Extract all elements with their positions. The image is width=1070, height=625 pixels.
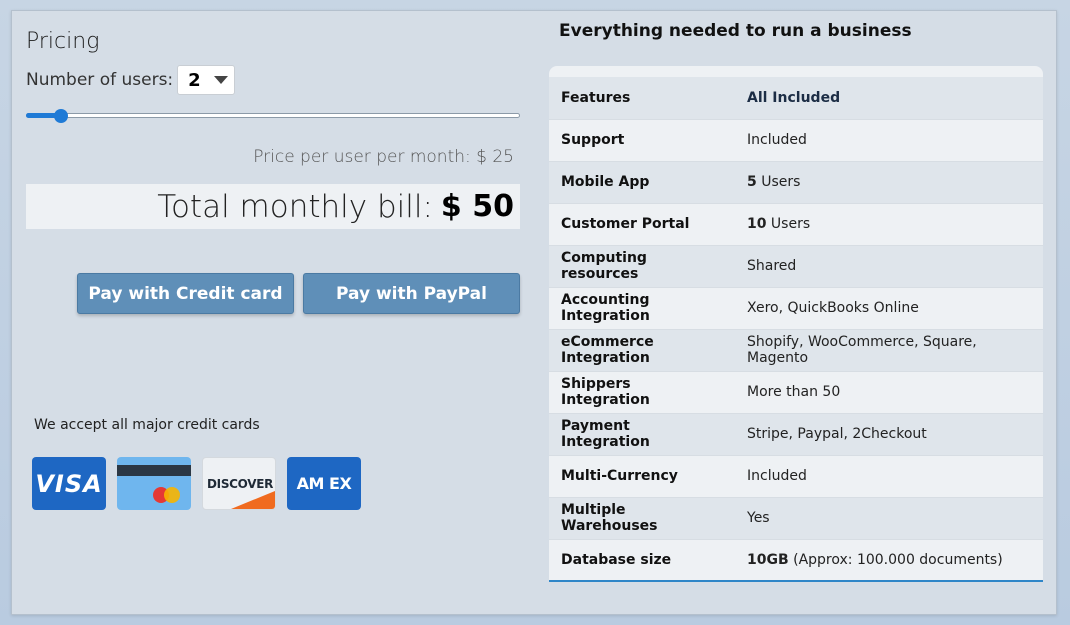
table-row: Accounting Integration Xero, QuickBooks O… [549, 286, 1043, 329]
card-stripe [117, 465, 191, 476]
feature-name: Multiple Warehouses [549, 496, 735, 539]
feature-value-rest: Users [756, 174, 801, 190]
feature-value: All Included [735, 77, 1043, 119]
mastercard-yellow-circle [164, 487, 180, 503]
feature-name: eCommerce Integration [549, 328, 735, 371]
accepted-cards-text: We accept all major credit cards [34, 417, 260, 433]
pricing-card: Pricing Number of users: 2 Price per use… [11, 10, 1057, 615]
pricing-title: Pricing [26, 29, 100, 54]
table-row: Database size 10GB (Approx: 100.000 docum… [549, 538, 1043, 580]
table-row: Computing resources Shared [549, 244, 1043, 287]
feature-value-rest: Users [766, 216, 811, 232]
users-select-value: 2 [188, 69, 201, 91]
features-panel: Features All Included Support Included Mobil… [549, 66, 1043, 582]
users-label: Number of users: [26, 70, 174, 90]
feature-name: Customer Portal [549, 202, 735, 245]
features-heading: Everything needed to run a business [559, 21, 912, 41]
feature-value-bold: 10 [747, 216, 767, 232]
table-row: Multi-Currency Included [549, 454, 1043, 497]
feature-value: Stripe, Paypal, 2Checkout [735, 412, 1043, 455]
table-row: Mobile App 5 Users [549, 160, 1043, 203]
discover-logo-text: DISCOVER [207, 477, 274, 491]
feature-value: Shared [735, 244, 1043, 287]
total-bill-amount: $ 50 [440, 189, 514, 224]
users-row: Number of users: 2 [26, 65, 236, 95]
mastercard-logo-icon [117, 457, 191, 510]
visa-logo-text: VISA [35, 469, 103, 498]
slider-thumb[interactable] [53, 109, 68, 123]
table-row: Customer Portal 10 Users [549, 202, 1043, 245]
feature-value: 10 Users [735, 202, 1043, 245]
feature-value-rest: (Approx: 100.000 documents) [788, 552, 1003, 569]
discover-logo-icon: DISCOVER [202, 457, 276, 510]
visa-logo-icon: VISA [32, 457, 106, 510]
feature-value: Xero, QuickBooks Online [735, 286, 1043, 329]
feature-name: Features [549, 77, 735, 119]
price-per-user: Price per user per month: $ 25 [253, 147, 514, 167]
credit-card-logos: VISA DISCOVER AM EX [32, 457, 361, 510]
table-row: Multiple Warehouses Yes [549, 496, 1043, 539]
feature-name: Shippers Integration [549, 370, 735, 413]
feature-name: Multi-Currency [549, 454, 735, 497]
pay-credit-card-button[interactable]: Pay with Credit card [77, 273, 294, 314]
slider-track[interactable] [26, 113, 520, 118]
feature-value-bold: 5 [747, 174, 757, 190]
amex-logo-icon: AM EX [287, 457, 361, 510]
features-table: Features All Included Support Included Mobil… [549, 77, 1043, 580]
feature-name: Database size [549, 538, 735, 580]
feature-name: Support [549, 118, 735, 161]
table-row: Payment Integration Stripe, Paypal, 2Chec… [549, 412, 1043, 455]
table-row: Shippers Integration More than 50 [549, 370, 1043, 413]
table-row: eCommerce Integration Shopify, WooCommerc… [549, 328, 1043, 371]
feature-value: Yes [735, 496, 1043, 539]
discover-orange-corner [231, 491, 275, 509]
table-row: Support Included [549, 118, 1043, 161]
feature-name: Mobile App [549, 160, 735, 203]
feature-name: Payment Integration [549, 412, 735, 455]
feature-name: Accounting Integration [549, 286, 735, 329]
chevron-down-icon [214, 76, 229, 84]
feature-value-bold: 10GB [747, 552, 789, 569]
feature-value: Included [735, 118, 1043, 161]
users-slider[interactable] [26, 109, 520, 123]
users-select[interactable]: 2 [177, 65, 236, 95]
feature-value: 5 Users [735, 160, 1043, 203]
feature-value: 10GB (Approx: 100.000 documents) [735, 538, 1043, 580]
total-bill-box: Total monthly bill: $ 50 [26, 184, 520, 229]
feature-value: Shopify, WooCommerce, Square, Magento [735, 328, 1043, 371]
feature-name: Computing resources [549, 244, 735, 287]
total-bill-label: Total monthly bill: [157, 188, 433, 225]
amex-logo-text: AM EX [296, 474, 352, 493]
feature-value: Included [735, 454, 1043, 497]
feature-value: More than 50 [735, 370, 1043, 413]
pay-paypal-button[interactable]: Pay with PayPal [303, 273, 520, 314]
table-row: Features All Included [549, 77, 1043, 119]
